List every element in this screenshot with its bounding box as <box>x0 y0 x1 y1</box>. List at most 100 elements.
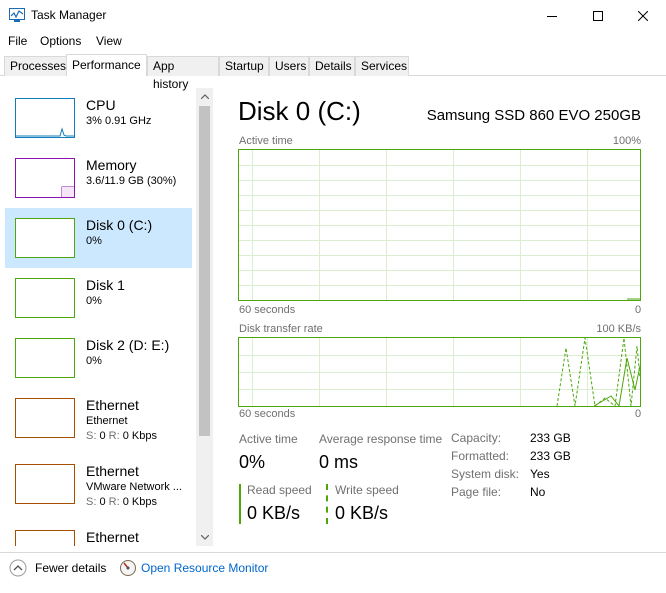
sidebar-item-name: Disk 0 (C:) <box>86 217 153 233</box>
avg-response-time-value: 0 ms <box>319 452 359 472</box>
task-manager-icon <box>9 8 25 22</box>
resource-monitor-icon <box>120 560 136 576</box>
title-bar: Task Manager <box>0 0 666 31</box>
performance-sidebar: CPU 3% 0.91 GHz Memory 3.6/11.9 GB (30%)… <box>5 88 213 546</box>
send-value: 0 <box>99 496 106 508</box>
active-time-chart <box>238 149 641 301</box>
minimize-icon <box>547 15 557 17</box>
sidebar-item-ethernet-2[interactable]: Ethernet VMware Network ... S: 0 R: 0 Kb… <box>5 454 192 514</box>
active-time-value: 0% <box>239 452 266 472</box>
chevron-down-icon <box>200 535 209 540</box>
sidebar-item-ethernet-1[interactable]: Ethernet Ethernet S: 0 R: 0 Kbps <box>5 388 192 448</box>
system-disk-label: System disk: <box>451 467 520 481</box>
tab-users[interactable]: Users <box>269 56 309 76</box>
sidebar-item-detail: 3% 0.91 GHz <box>86 115 152 127</box>
cpu-mini-graph <box>16 127 74 137</box>
sidebar-item-detail: VMware Network ... <box>86 481 182 493</box>
footer-bar: Fewer details Open Resource Monitor <box>0 552 666 593</box>
transfer-rate-chart-label: Disk transfer rate <box>239 323 323 335</box>
sidebar-item-detail: Ethernet <box>86 415 128 427</box>
transfer-rate-grid <box>239 337 641 408</box>
write-speed-value: 0 KB/s <box>335 503 389 523</box>
page-file-value: No <box>530 485 546 499</box>
send-label: S: <box>86 496 97 508</box>
sidebar-item-name: Ethernet <box>86 463 139 479</box>
collapse-chevron-icon[interactable] <box>9 559 27 577</box>
tab-strip: Processes Performance App history Startu… <box>0 54 666 91</box>
receive-label: R: <box>108 430 120 442</box>
tab-performance[interactable]: Performance <box>66 54 147 76</box>
menu-options[interactable]: Options <box>40 34 81 48</box>
sidebar-item-name: Disk 1 <box>86 277 125 293</box>
write-speed-indicator <box>326 484 328 524</box>
sidebar-item-detail: 0% <box>86 295 102 307</box>
page-title: Disk 0 (C:) <box>238 96 361 126</box>
read-speed-value: 0 KB/s <box>247 503 301 523</box>
sidebar-item-memory[interactable]: Memory 3.6/11.9 GB (30%) <box>5 148 192 208</box>
scroll-down-button[interactable] <box>196 529 213 546</box>
sidebar-item-throughput: S: 0 R: 0 Kbps <box>86 430 157 442</box>
read-speed-label: Read speed <box>247 483 312 497</box>
sidebar-item-name: Ethernet <box>86 529 139 545</box>
avg-response-time-label: Average response time <box>319 432 443 446</box>
menu-view[interactable]: View <box>96 34 122 48</box>
system-disk-value: Yes <box>530 467 550 481</box>
sidebar-item-disk-1[interactable]: Disk 1 0% <box>5 268 192 328</box>
ethernet-1-thumbnail-graph <box>15 398 75 438</box>
capacity-value: 233 GB <box>530 431 571 445</box>
sidebar-item-name: Ethernet <box>86 397 139 413</box>
formatted-label: Formatted: <box>451 449 510 463</box>
receive-value: 0 Kbps <box>122 496 157 508</box>
chevron-up-icon <box>200 94 209 99</box>
sidebar-item-disk-2[interactable]: Disk 2 (D: E:) 0% <box>5 328 192 388</box>
scroll-up-button[interactable] <box>196 88 213 105</box>
disk-2-thumbnail-graph <box>15 338 75 378</box>
device-model: Samsung SSD 860 EVO 250GB <box>426 107 641 124</box>
menu-bar: File Options View <box>0 31 666 51</box>
receive-label: R: <box>108 496 120 508</box>
receive-value: 0 Kbps <box>122 430 157 442</box>
transfer-rate-x-left: 60 seconds <box>239 408 296 420</box>
menu-file[interactable]: File <box>8 34 27 48</box>
sidebar-item-name: CPU <box>86 97 116 113</box>
maximize-button[interactable] <box>575 0 621 31</box>
sidebar-item-name: Memory <box>86 157 137 173</box>
sidebar-item-disk-0[interactable]: Disk 0 (C:) 0% <box>5 208 192 268</box>
open-resource-monitor-link[interactable]: Open Resource Monitor <box>141 561 268 575</box>
active-time-x-right: 0 <box>635 304 642 316</box>
sidebar-item-name: Disk 2 (D: E:) <box>86 337 170 353</box>
tab-startup[interactable]: Startup <box>219 56 269 76</box>
tab-app-history[interactable]: App history <box>147 56 219 91</box>
memory-mini-graph <box>61 186 74 197</box>
page-file-label: Page file: <box>451 485 502 499</box>
memory-thumbnail-graph <box>15 158 75 198</box>
scrollbar-thumb[interactable] <box>199 106 210 436</box>
active-time-chart-label: Active time <box>239 135 293 147</box>
capacity-label: Capacity: <box>451 431 502 445</box>
tab-processes[interactable]: Processes <box>4 56 67 76</box>
minimize-button[interactable] <box>529 0 575 31</box>
close-icon <box>638 10 648 21</box>
fewer-details-button[interactable]: Fewer details <box>35 561 106 575</box>
sidebar-item-detail: 0% <box>86 235 102 247</box>
active-time-x-left: 60 seconds <box>239 304 296 316</box>
window-title: Task Manager <box>31 8 107 22</box>
sidebar-item-detail: 0% <box>86 355 102 367</box>
close-button[interactable] <box>620 0 666 31</box>
transfer-rate-x-right: 0 <box>635 408 642 420</box>
ethernet-2-thumbnail-graph <box>15 464 75 504</box>
active-time-grid <box>239 150 640 300</box>
write-speed-label: Write speed <box>335 483 399 497</box>
send-value: 0 <box>99 430 106 442</box>
transfer-rate-chart <box>238 337 641 408</box>
active-time-label: Active time <box>239 432 298 446</box>
sidebar-item-detail: 3.6/11.9 GB (30%) <box>86 175 177 187</box>
sidebar-item-ethernet-3[interactable]: Ethernet <box>5 520 192 546</box>
transfer-rate-chart-max: 100 KB/s <box>596 323 641 335</box>
read-speed-indicator <box>239 484 241 524</box>
tab-services[interactable]: Services <box>355 56 409 76</box>
sidebar-scrollbar[interactable] <box>196 88 213 546</box>
disk-0-thumbnail-graph <box>15 218 75 258</box>
sidebar-item-cpu[interactable]: CPU 3% 0.91 GHz <box>5 88 192 148</box>
tab-details[interactable]: Details <box>309 56 355 76</box>
